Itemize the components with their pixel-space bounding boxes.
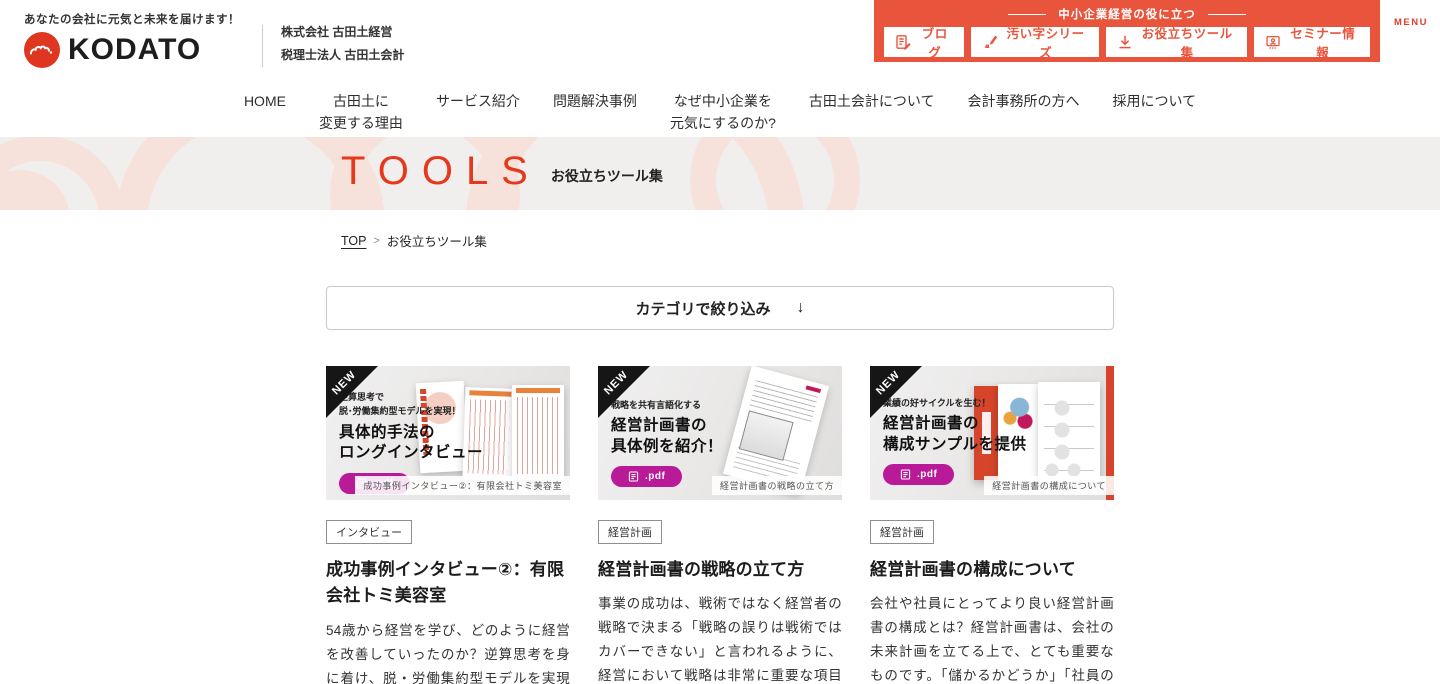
brand-divider [262, 25, 263, 67]
category-filter-button[interactable]: カテゴリで絞り込み ↓ [326, 286, 1114, 330]
pdf-badge: .pdf [611, 466, 683, 488]
page-title: TOOLS [341, 149, 541, 193]
nav-item-services[interactable]: サービス紹介 [436, 90, 520, 112]
menu-label: MENU [1394, 17, 1428, 28]
logo-link[interactable]: KODATO [24, 32, 240, 68]
tools-button-label: お役立ちツール集 [1141, 27, 1233, 60]
promo-title: 中小企業経営の役に立つ [1058, 9, 1196, 21]
brand-left: あなたの会社に元気と未来を届けます！ KODATO [24, 11, 240, 68]
promo-panel: 中小企業経営の役に立つ ブログ 汚い字シリーズ お役立ちツール集 セミナー情報 [874, 0, 1380, 62]
thumbnail-caption: 経営計画書の構成について [984, 476, 1114, 495]
page-subtitle: お役立ちツール集 [550, 168, 663, 184]
nav-item-about[interactable]: 古田土会計について [809, 90, 935, 112]
card-body: 経営計画 経営計画書の戦略の立て方 事業の成功は、戦術ではなく経営者の戦略で決ま… [598, 500, 842, 684]
card-title: 経営計画書の構成について [870, 560, 1076, 579]
nav-item-home[interactable]: HOME [244, 90, 286, 112]
banner-content: TOOLS お役立ちツール集 [326, 137, 1114, 191]
card-title: 経営計画書の戦略の立て方 [598, 560, 805, 579]
pdf-label: .pdf [645, 471, 666, 483]
pdf-label: .pdf [917, 469, 938, 481]
document-icon [628, 471, 639, 482]
category-tag: インタビュー [326, 520, 412, 544]
chevron-down-icon: ↓ [796, 299, 805, 316]
company-name-2: 税理士法人 古田土会計 [281, 48, 405, 63]
thumbnail-headline: 経営計画書の 具体例を紹介！ [611, 417, 724, 455]
breadcrumb-current: お役立ちツール集 [386, 235, 487, 249]
main-navigation: HOME 古田土に 変更する理由 サービス紹介 問題解決事例 なぜ中小企業を 元… [0, 80, 1440, 137]
thumbnail-caption: 経営計画書の戦略の立て方 [711, 476, 842, 495]
kitanaji-series-button[interactable]: 汚い字シリーズ [970, 27, 1099, 60]
hamburger-menu-button[interactable]: MENU [1393, 17, 1429, 28]
blog-button[interactable]: ブログ [884, 27, 964, 60]
seminar-button[interactable]: セミナー情報 [1253, 27, 1370, 60]
site-header: あなたの会社に元気と未来を届けます！ KODATO 株式会社 古田土経営 税理士… [0, 0, 1440, 80]
card-description: 54歳から経営を学び、どのように経営を改善していったのか？逆算思考を身に着け、脱… [326, 622, 570, 684]
promo-buttons: ブログ 汚い字シリーズ お役立ちツール集 セミナー情報 [874, 27, 1380, 60]
category-filter-label: カテゴリで絞り込み [635, 300, 771, 318]
card-thumbnail: NEW 戦略を共有言語化する 経営計画書の 具体例を紹介！ .pdf 経営計画書… [598, 366, 842, 500]
site-tagline: あなたの会社に元気と未来を届けます！ [24, 14, 240, 26]
page-hero-banner: TOOLS お役立ちツール集 [0, 137, 1440, 210]
tool-card-structure[interactable]: NEW 業績の好サイクルを生む！ 経営計画書の 構成サンプルを提供 .pdf 経… [870, 366, 1114, 684]
card-thumbnail: NEW 業績の好サイクルを生む！ 経営計画書の 構成サンプルを提供 .pdf 経… [870, 366, 1114, 500]
tools-button[interactable]: お役立ちツール集 [1105, 27, 1247, 60]
pen-icon [982, 34, 998, 50]
category-tag: 経営計画 [870, 520, 934, 544]
card-thumbnail: NEW 逆算思考で 脱･労働集約型モデルを実現！ 具体的手法の ロングインタビュ… [326, 366, 570, 500]
promo-title-row: 中小企業経営の役に立つ [874, 6, 1380, 22]
logo-wordmark: KODATO [68, 33, 202, 66]
promo-line-right [1207, 13, 1246, 15]
category-tag: 経営計画 [598, 520, 662, 544]
company-name-1: 株式会社 古田土経営 [281, 25, 393, 39]
tools-card-grid: NEW 逆算思考で 脱･労働集約型モデルを実現！ 具体的手法の ロングインタビュ… [326, 366, 1114, 684]
nav-item-case-studies[interactable]: 問題解決事例 [553, 90, 637, 112]
page: あなたの会社に元気と未来を届けます！ KODATO 株式会社 古田土経営 税理士… [0, 0, 1440, 684]
breadcrumb-separator: > [373, 234, 380, 247]
breadcrumb-top-link[interactable]: TOP [341, 234, 366, 248]
download-icon [1117, 34, 1133, 50]
card-body: インタビュー 成功事例インタビュー②：有限会社トミ美容室 54歳から経営を学び、… [326, 500, 570, 684]
card-title: 成功事例インタビュー②：有限会社トミ美容室 [326, 560, 565, 606]
document-icon [900, 469, 911, 480]
tool-card-strategy[interactable]: NEW 戦略を共有言語化する 経営計画書の 具体例を紹介！ .pdf 経営計画書… [598, 366, 842, 684]
blog-icon [895, 34, 911, 50]
brand-block: あなたの会社に元気と未来を届けます！ KODATO 株式会社 古田土経営 税理士… [24, 11, 404, 68]
nav-item-accounting-firms[interactable]: 会計事務所の方へ [967, 90, 1079, 112]
nav-item-reasons[interactable]: 古田土に 変更する理由 [319, 90, 403, 135]
card-description: 会社や社員にとってより良い経営計画書の構成とは？経営計画書は、会社の未来計画を立… [870, 596, 1114, 684]
nav-item-recruit[interactable]: 採用について [1112, 90, 1196, 112]
blog-button-label: ブログ [921, 27, 948, 60]
kodato-logo-icon [24, 32, 60, 68]
thumbnail-headline: 経営計画書の 構成サンプルを提供 [883, 415, 1027, 453]
thumbnail-headline: 具体的手法の ロングインタビュー [339, 423, 484, 462]
card-description: 事業の成功は、戦術ではなく経営者の戦略で決まる「戦略の誤りは戦術ではカバーできな… [598, 596, 842, 684]
tool-card-interview[interactable]: NEW 逆算思考で 脱･労働集約型モデルを実現！ 具体的手法の ロングインタビュ… [326, 366, 570, 684]
nav-item-why-sme[interactable]: なぜ中小企業を 元気にするのか? [670, 90, 776, 135]
kitanaji-series-label: 汚い字シリーズ [1006, 27, 1085, 60]
pdf-badge: .pdf [883, 464, 955, 486]
promo-line-left [1008, 13, 1047, 15]
breadcrumb: TOP > お役立ちツール集 [326, 231, 1114, 250]
seminar-button-label: セミナー情報 [1290, 27, 1356, 60]
seminar-icon [1265, 34, 1281, 50]
card-body: 経営計画 経営計画書の構成について 会社や社員にとってより良い経営計画書の構成と… [870, 500, 1114, 684]
company-names: 株式会社 古田土経営 税理士法人 古田土会計 [281, 21, 404, 68]
thumbnail-caption: 成功事例インタビュー②：有限会社トミ美容室 [355, 476, 570, 495]
